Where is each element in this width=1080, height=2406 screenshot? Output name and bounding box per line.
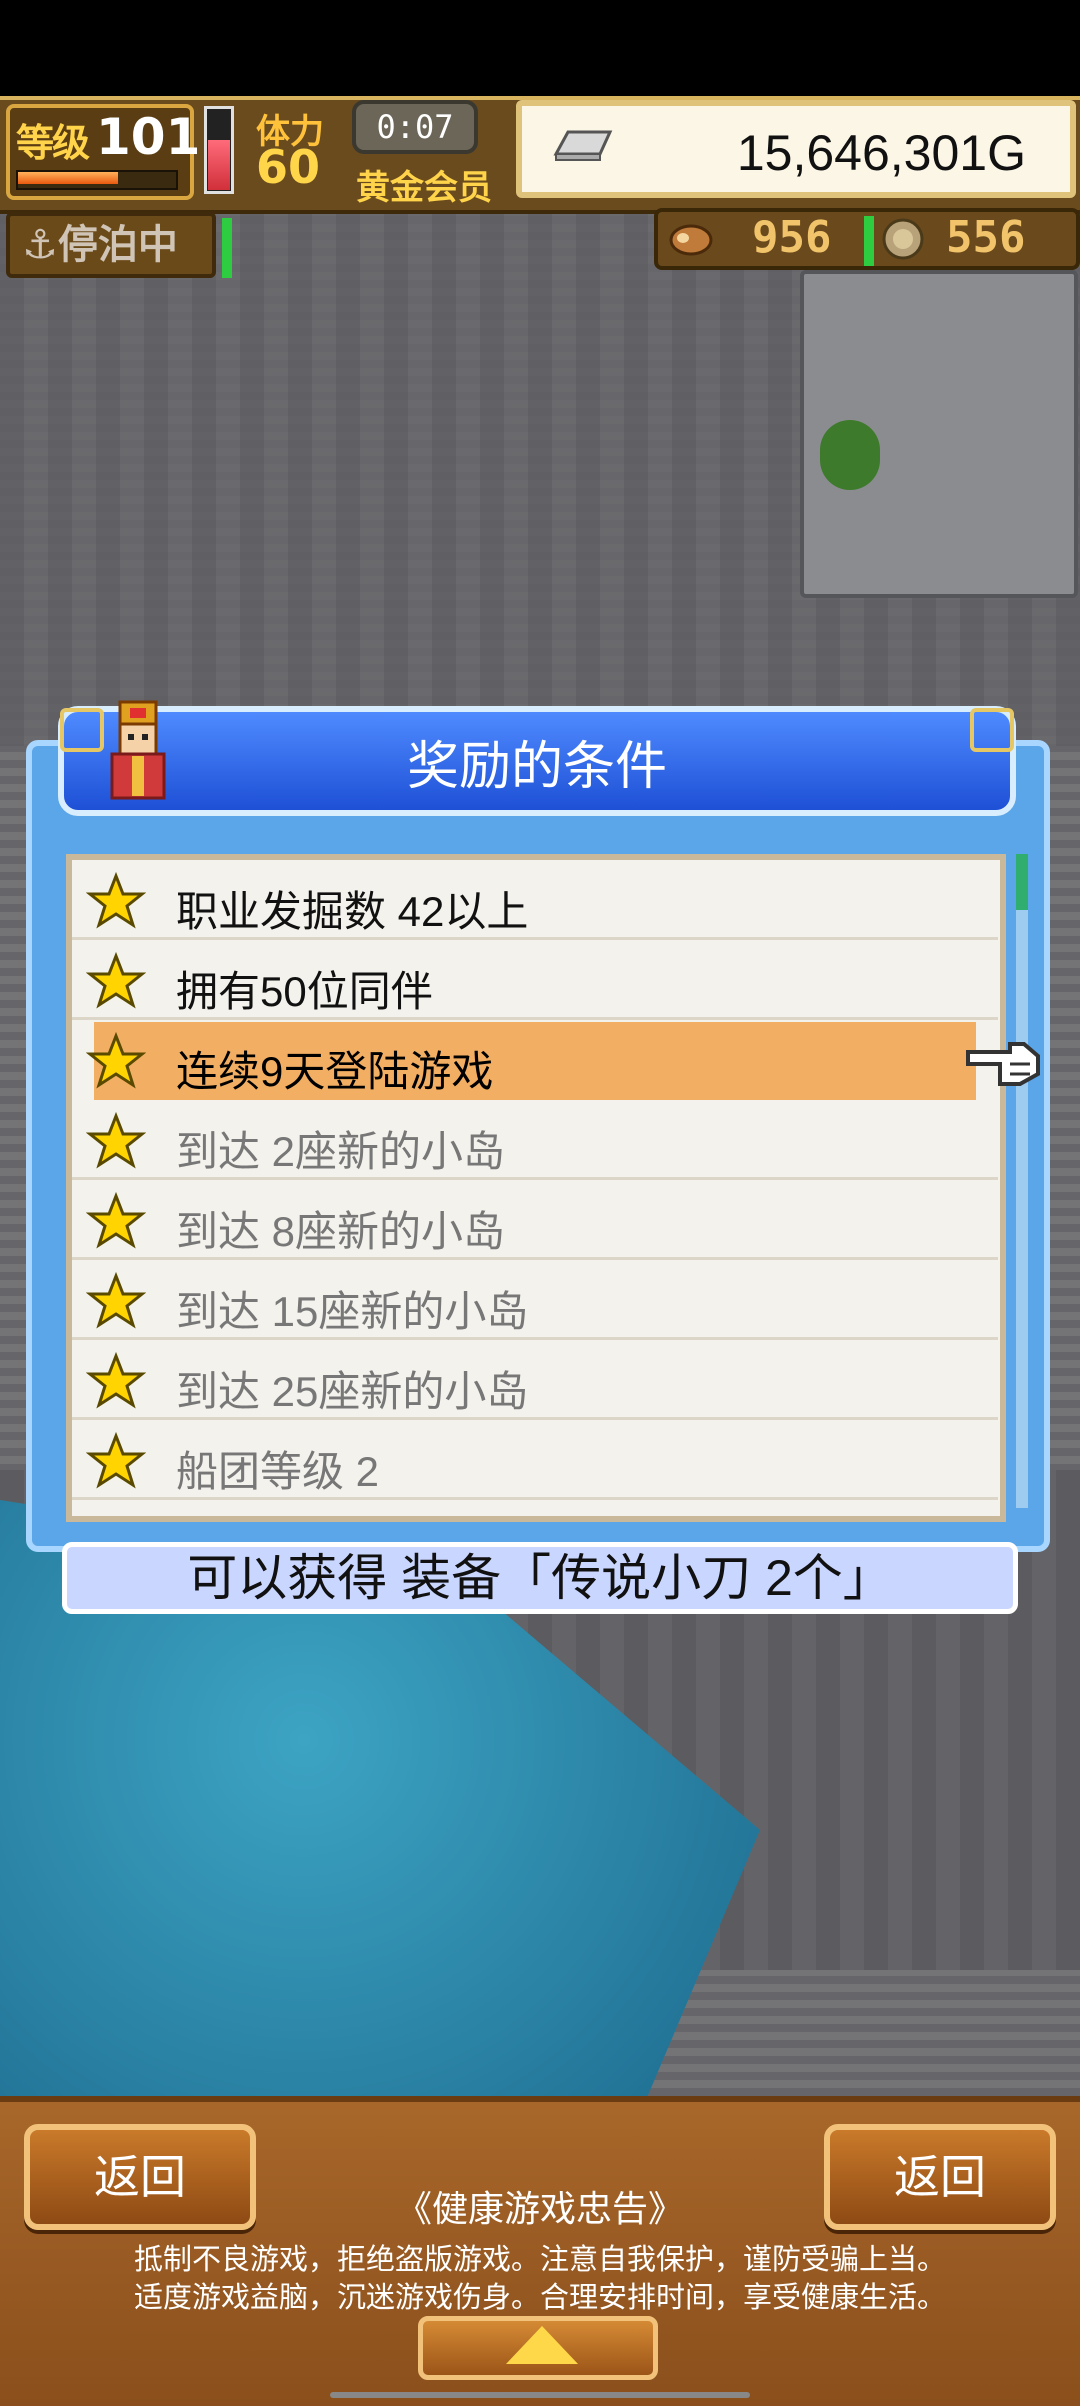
exp-bar-fill: [18, 172, 118, 184]
condition-row[interactable]: 到达 15座新的小岛: [72, 1262, 998, 1340]
up-arrow-icon: [506, 2326, 578, 2364]
pointing-hand-icon: [966, 1042, 1040, 1086]
star-icon: [85, 1431, 147, 1492]
condition-row[interactable]: 船团等级 2: [72, 1422, 998, 1500]
condition-label: 到达 8座新的小岛: [176, 1208, 506, 1255]
condition-row[interactable]: 到达 25座新的小岛: [72, 1342, 998, 1420]
level-label: 等级: [16, 121, 90, 165]
tree: [820, 420, 880, 490]
star-icon: [85, 951, 147, 1012]
health-notice-title: 《健康游戏忠告》: [395, 2188, 684, 2229]
docked-indicator: [222, 218, 232, 278]
anchor-icon: ⚓: [22, 222, 58, 268]
dialog-title: 奖励的条件: [406, 738, 667, 796]
docked-status[interactable]: ⚓停泊中: [6, 212, 216, 278]
silver-bar-icon: [553, 130, 613, 161]
coin-count: 556: [946, 212, 1026, 263]
condition-label: 船团等级 2: [176, 1448, 380, 1495]
condition-row[interactable]: 到达 2座新的小岛: [72, 1102, 998, 1180]
list-scroll-thumb[interactable]: [1016, 854, 1028, 910]
condition-label: 拥有50位同伴: [176, 968, 433, 1015]
condition-label: 到达 25座新的小岛: [176, 1368, 529, 1415]
stamina-timer: 0:07: [352, 100, 478, 154]
condition-row[interactable]: 到达 8座新的小岛: [72, 1182, 998, 1260]
reward-text: 可以获得 装备「传说小刀 2个」: [62, 1542, 1018, 1614]
food-icon: [669, 224, 713, 256]
condition-label: 到达 15座新的小岛: [176, 1288, 529, 1335]
money-value: 15,646,301G: [736, 125, 1026, 181]
level-value: 101: [96, 108, 201, 166]
star-icon: [85, 1111, 147, 1172]
condition-label: 职业发掘数 42以上: [176, 888, 529, 935]
star-icon: [85, 1271, 147, 1332]
docked-label: 停泊中: [57, 222, 178, 268]
health-notice-line-2: 适度游戏益脑，沉迷游戏伤身。合理安排时间，享受健康生活。: [133, 2282, 946, 2314]
condition-row[interactable]: 拥有50位同伴: [72, 942, 998, 1020]
condition-row[interactable]: 职业发掘数 42以上: [72, 862, 998, 940]
condition-label: 连续9天登陆游戏: [176, 1048, 494, 1095]
star-icon: [85, 1191, 147, 1252]
condition-label: 到达 2座新的小岛: [176, 1128, 506, 1175]
list-scrollbar[interactable]: [1016, 854, 1028, 1508]
food-count: 956: [752, 212, 832, 263]
star-icon: [85, 871, 147, 932]
status-bar: [0, 0, 1080, 96]
stamina-gauge-fill: [208, 140, 230, 190]
coin-icon: [882, 218, 924, 260]
health-notice-line-1: 抵制不良游戏，拒绝盗版游戏。注意自我保护，谨防受骗上当。: [133, 2244, 946, 2276]
home-indicator[interactable]: [330, 2392, 750, 2398]
star-icon: [85, 1031, 147, 1092]
membership-badge[interactable]: 黄金会员: [356, 160, 492, 209]
condition-row[interactable]: 连续9天登陆游戏: [85, 1022, 976, 1100]
stamina-value: 60: [256, 140, 321, 194]
star-icon: [85, 1351, 147, 1412]
resource-divider: [864, 216, 874, 266]
